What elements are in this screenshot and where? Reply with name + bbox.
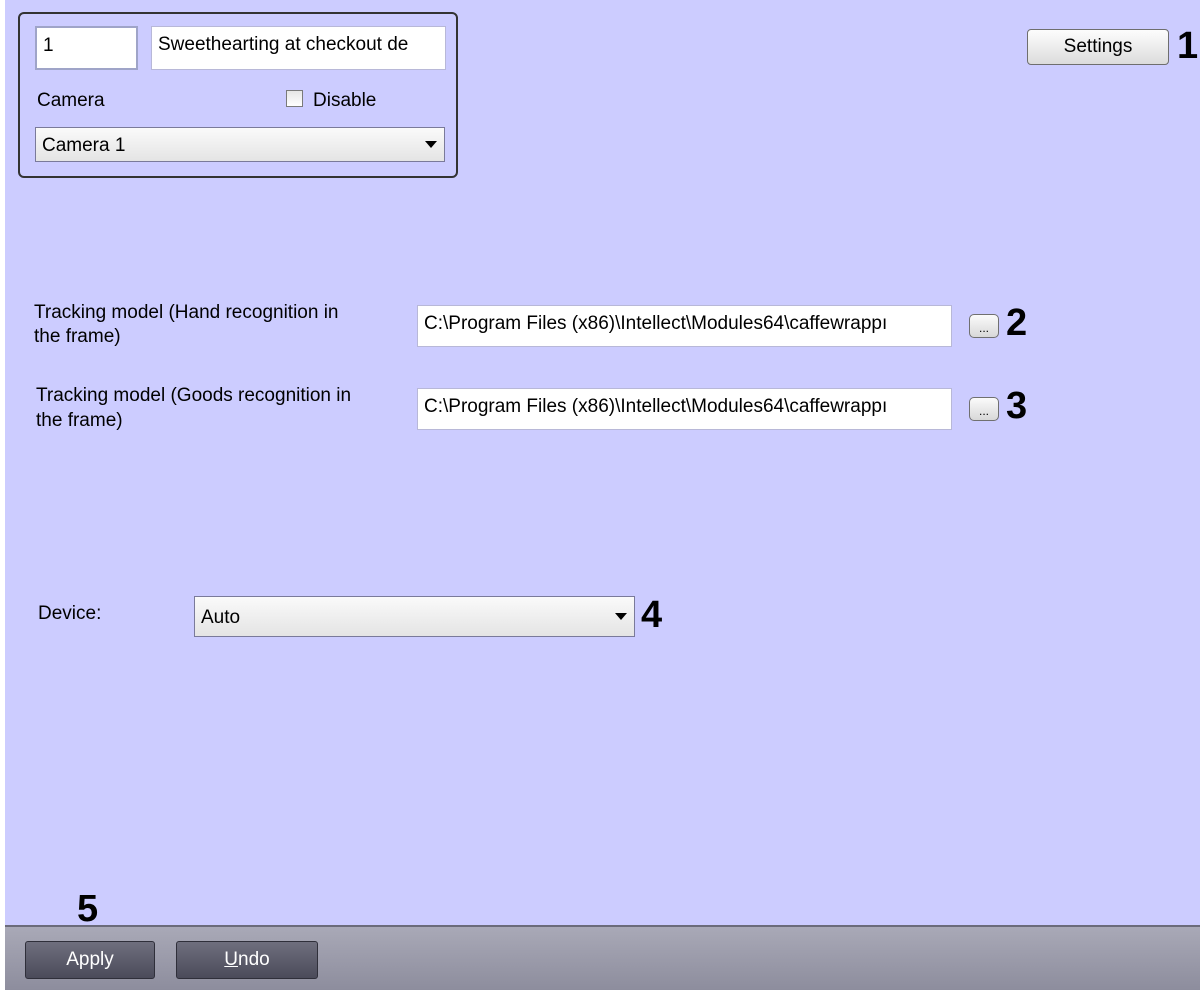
callout-3: 3 [1006, 385, 1028, 427]
chevron-down-icon [422, 136, 440, 154]
disable-label: Disable [313, 90, 377, 111]
object-name-field[interactable]: Sweethearting at checkout de [151, 26, 446, 70]
chevron-down-icon [612, 608, 630, 626]
camera-select[interactable]: Camera 1 [35, 127, 445, 162]
disable-checkbox[interactable] [286, 90, 303, 107]
undo-mnemonic: U [224, 949, 239, 970]
device-select-value: Auto [201, 607, 241, 628]
goods-model-browse-button[interactable]: ... [969, 397, 999, 421]
hand-model-label-line1: Tracking model (Hand recognition in [34, 302, 339, 323]
settings-button[interactable]: Settings [1027, 29, 1169, 65]
camera-select-value: Camera 1 [42, 135, 126, 156]
callout-4: 4 [641, 594, 663, 636]
goods-model-path-input[interactable]: C:\Program Files (x86)\Intellect\Modules… [417, 388, 952, 430]
goods-model-label-line1: Tracking model (Goods recognition in [36, 385, 352, 406]
camera-label: Camera [37, 90, 105, 111]
device-select[interactable]: Auto [194, 596, 635, 637]
callout-1: 1 [1177, 25, 1199, 67]
goods-model-label-line2: the frame) [36, 410, 123, 431]
undo-label-rest: ndo [238, 949, 270, 970]
callout-5: 5 [77, 888, 99, 930]
hand-model-label-line2: the frame) [34, 326, 121, 347]
object-properties-group: 1 Sweethearting at checkout de Camera Di… [18, 12, 458, 178]
object-id-field[interactable]: 1 [35, 26, 138, 70]
device-label: Device: [38, 603, 102, 624]
apply-button[interactable]: Apply [25, 941, 155, 979]
hand-model-path-input[interactable]: C:\Program Files (x86)\Intellect\Modules… [417, 305, 952, 347]
settings-panel: 1 Sweethearting at checkout de Camera Di… [5, 0, 1200, 930]
callout-2: 2 [1006, 302, 1028, 344]
undo-button[interactable]: Undo [176, 941, 318, 979]
hand-model-browse-button[interactable]: ... [969, 314, 999, 338]
bottom-toolbar: Apply Undo [5, 925, 1200, 990]
